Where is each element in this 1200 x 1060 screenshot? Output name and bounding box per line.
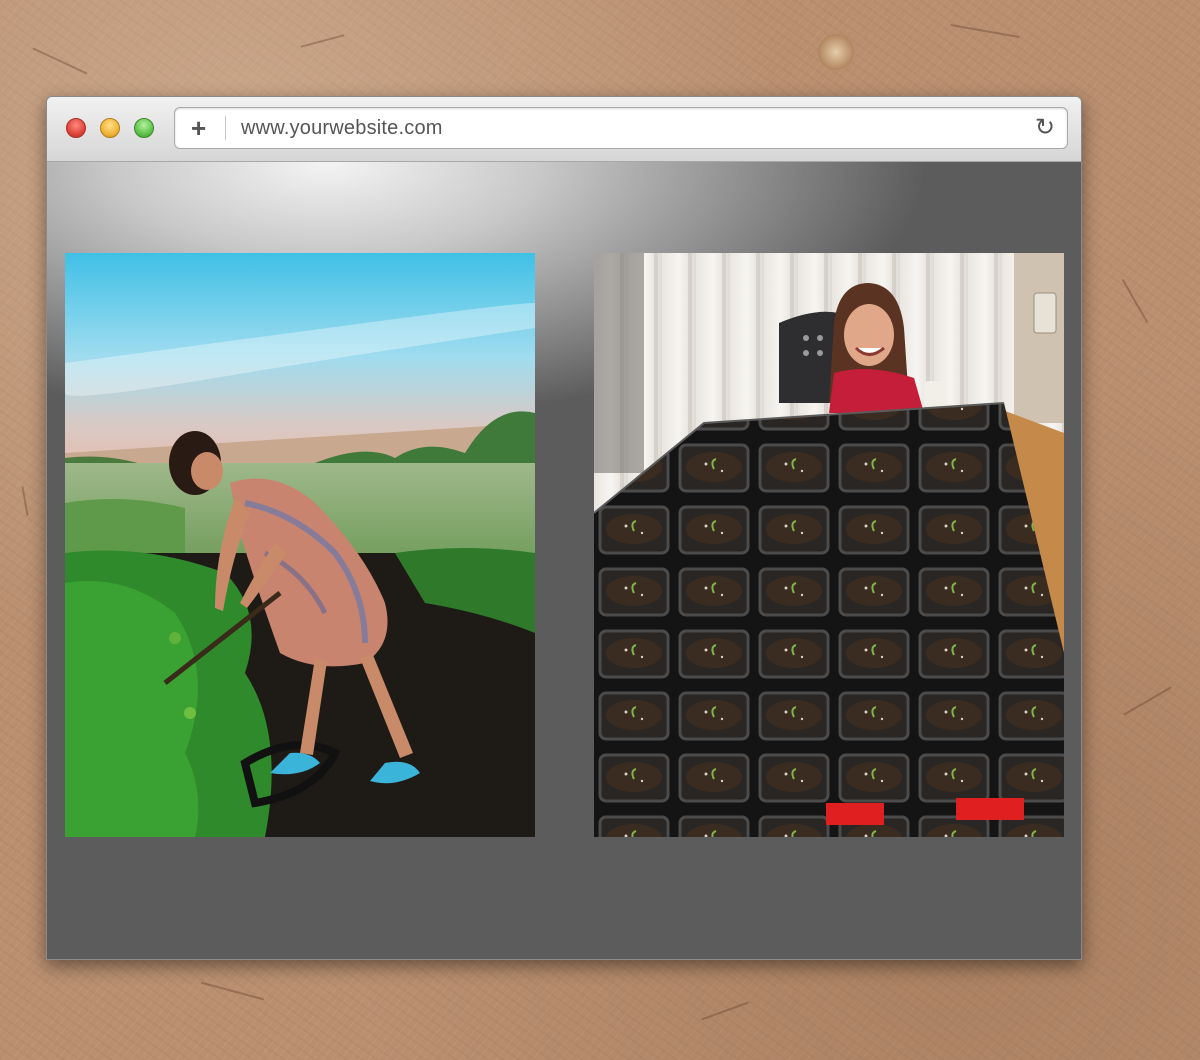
gardening-illustration — [65, 253, 535, 837]
close-button[interactable] — [66, 118, 86, 138]
paper-fiber — [32, 47, 88, 75]
paper-fiber — [1121, 278, 1149, 324]
paper-fiber — [21, 486, 29, 516]
zoom-button[interactable] — [134, 118, 154, 138]
paper-fiber — [950, 23, 1020, 39]
minimize-button[interactable] — [100, 118, 120, 138]
seedlings-illustration — [594, 253, 1064, 837]
browser-window: + www.yourwebsite.com ↻ — [46, 96, 1082, 960]
plus-icon[interactable]: + — [191, 115, 206, 141]
paper-knot — [818, 34, 854, 70]
url-text[interactable]: www.yourwebsite.com — [241, 117, 443, 140]
address-bar[interactable]: + www.yourwebsite.com ↻ — [174, 107, 1068, 149]
browser-titlebar: + www.yourwebsite.com ↻ — [47, 97, 1081, 162]
page-content — [47, 162, 1081, 959]
photo-girl-seedlings — [594, 253, 1064, 837]
paper-fiber — [200, 981, 265, 1001]
paper-fiber — [300, 34, 345, 48]
paper-fiber — [1123, 686, 1172, 716]
photo-woman-gardening — [65, 253, 535, 837]
address-separator — [225, 116, 226, 140]
reload-icon[interactable]: ↻ — [1035, 115, 1055, 141]
paper-fiber — [701, 1001, 749, 1021]
